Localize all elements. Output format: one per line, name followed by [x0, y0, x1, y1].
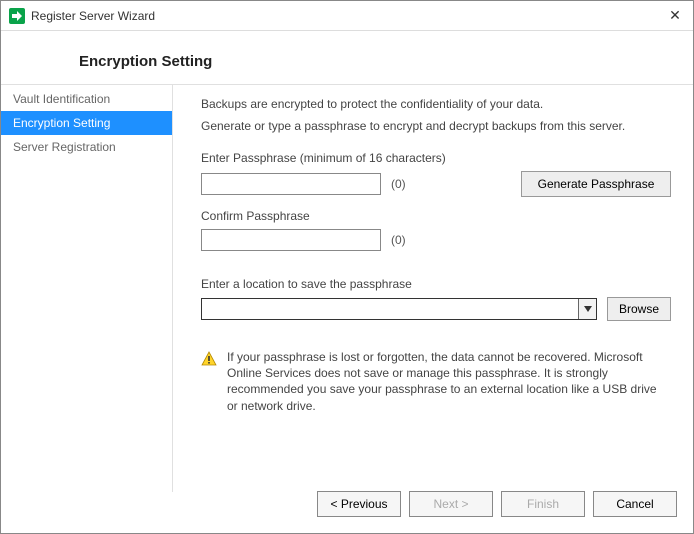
location-combobox[interactable] — [201, 298, 597, 320]
enter-passphrase-count: (0) — [391, 177, 406, 191]
confirm-passphrase-label: Confirm Passphrase — [201, 209, 671, 223]
browse-button[interactable]: Browse — [607, 297, 671, 321]
location-label: Enter a location to save the passphrase — [201, 277, 671, 291]
intro-line-1: Backups are encrypted to protect the con… — [201, 97, 671, 111]
enter-passphrase-input[interactable] — [201, 173, 381, 195]
warning-icon — [201, 351, 217, 367]
titlebar: Register Server Wizard ✕ — [1, 1, 693, 31]
cancel-button[interactable]: Cancel — [593, 491, 677, 517]
sidebar-step-encryption[interactable]: Encryption Setting — [1, 111, 172, 135]
page-title: Encryption Setting — [79, 53, 693, 70]
body: Vault Identification Encryption Setting … — [1, 84, 693, 492]
footer-buttons: < Previous Next > Finish Cancel — [317, 491, 677, 517]
sidebar-step-vault[interactable]: Vault Identification — [1, 87, 172, 111]
window-title: Register Server Wizard — [31, 9, 155, 23]
warning-text: If your passphrase is lost or forgotten,… — [227, 349, 667, 414]
heading-area: Encryption Setting — [1, 31, 693, 84]
confirm-passphrase-count: (0) — [391, 233, 406, 247]
chevron-down-icon — [584, 306, 592, 312]
next-button: Next > — [409, 491, 493, 517]
generate-passphrase-button[interactable]: Generate Passphrase — [521, 171, 671, 197]
sidebar: Vault Identification Encryption Setting … — [1, 85, 173, 492]
main-panel: Backups are encrypted to protect the con… — [173, 85, 693, 492]
enter-passphrase-label: Enter Passphrase (minimum of 16 characte… — [201, 151, 671, 165]
previous-button[interactable]: < Previous — [317, 491, 401, 517]
location-dropdown-button[interactable] — [578, 299, 596, 319]
finish-button: Finish — [501, 491, 585, 517]
sidebar-step-registration[interactable]: Server Registration — [1, 135, 172, 159]
confirm-passphrase-input[interactable] — [201, 229, 381, 251]
intro-line-2: Generate or type a passphrase to encrypt… — [201, 119, 671, 133]
close-icon[interactable]: ✕ — [665, 7, 685, 24]
location-input[interactable] — [202, 299, 578, 319]
warning-area: If your passphrase is lost or forgotten,… — [201, 349, 671, 414]
app-icon — [9, 8, 25, 24]
